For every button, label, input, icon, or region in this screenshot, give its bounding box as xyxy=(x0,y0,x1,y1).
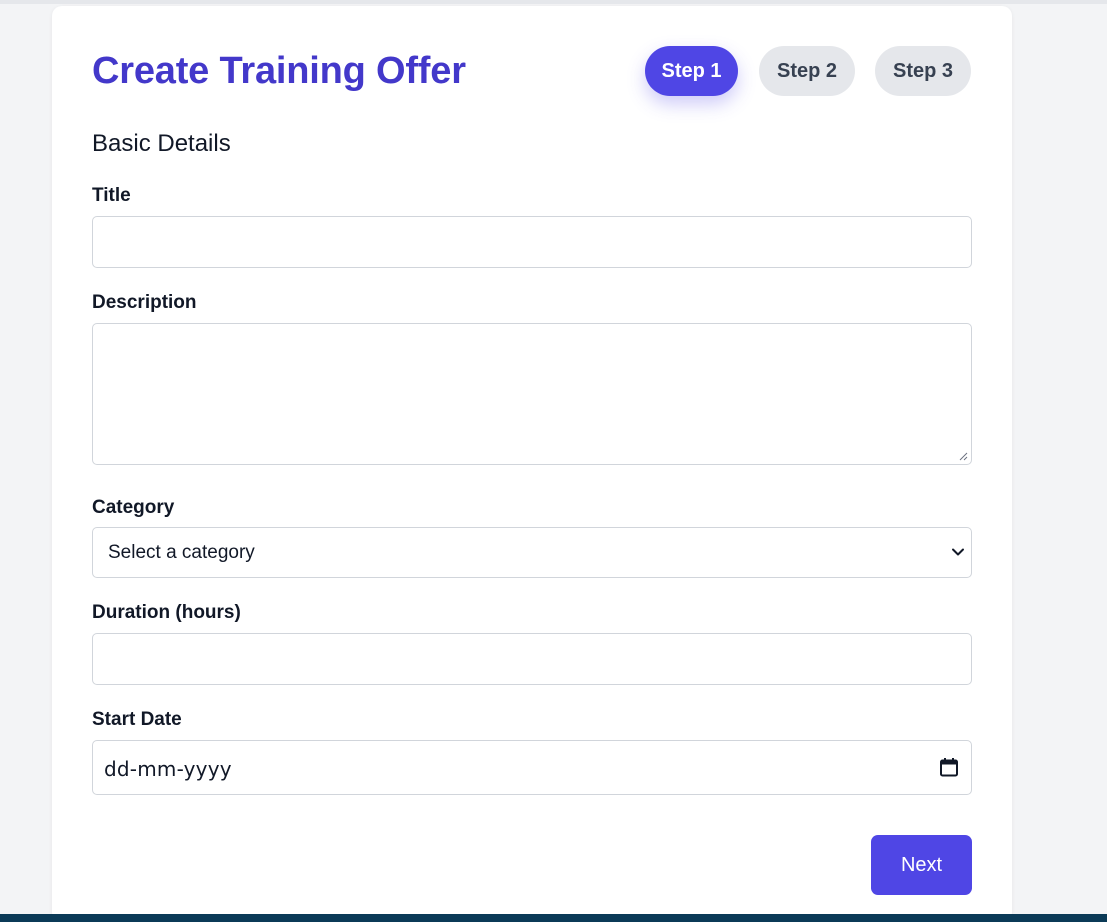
category-selected-value: Select a category xyxy=(108,542,255,563)
duration-label: Duration (hours) xyxy=(92,602,241,623)
page-title: Create Training Offer xyxy=(92,50,466,92)
description-label: Description xyxy=(92,292,197,313)
top-border xyxy=(0,0,1107,4)
calendar-icon[interactable] xyxy=(939,757,959,777)
section-title: Basic Details xyxy=(92,130,231,157)
title-label: Title xyxy=(92,185,131,206)
start-date-label: Start Date xyxy=(92,709,182,730)
category-select[interactable]: Select a category xyxy=(92,527,972,578)
description-textarea[interactable] xyxy=(92,323,972,465)
next-button[interactable]: Next xyxy=(871,835,972,895)
step-3-pill[interactable]: Step 3 xyxy=(875,46,971,96)
start-date-placeholder: dd-mm-yyyy xyxy=(104,757,232,781)
bottom-bar xyxy=(0,914,1107,922)
chevron-down-icon xyxy=(952,548,964,556)
duration-input[interactable] xyxy=(92,633,972,685)
form-card: Create Training Offer Step 1 Step 2 Step… xyxy=(52,6,1012,922)
resize-grip-icon[interactable] xyxy=(959,452,968,461)
category-label: Category xyxy=(92,497,175,518)
step-1-pill[interactable]: Step 1 xyxy=(645,46,738,96)
start-date-input[interactable]: dd-mm-yyyy xyxy=(92,740,972,795)
step-2-pill[interactable]: Step 2 xyxy=(759,46,855,96)
title-input[interactable] xyxy=(92,216,972,268)
